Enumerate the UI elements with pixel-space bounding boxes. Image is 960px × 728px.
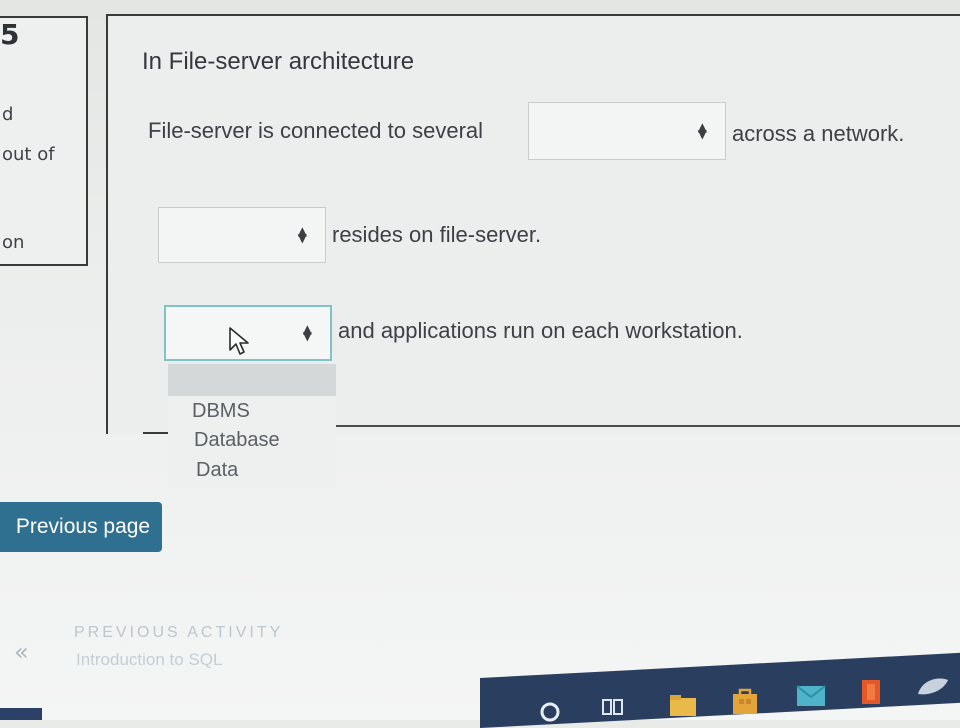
dropdown-option[interactable]: Data	[196, 459, 238, 482]
sentence-1-prefix: File-server is connected to several	[148, 118, 484, 143]
question-number: 5	[0, 18, 20, 51]
search-circle-icon[interactable]	[538, 700, 562, 724]
question-info-panel	[0, 16, 88, 266]
app-icon[interactable]	[912, 672, 952, 704]
up-down-arrows-icon: ▲ ▼	[697, 120, 707, 141]
up-down-arrows-icon: ▲ ▼	[297, 224, 307, 245]
previous-page-button[interactable]: Previous page	[0, 502, 162, 552]
dropdown-option[interactable]: Database	[194, 429, 280, 452]
double-chevron-left-icon[interactable]: «	[14, 638, 29, 666]
question-title: In File-server architecture	[142, 48, 415, 75]
office-icon[interactable]	[856, 676, 886, 706]
sentence-3-suffix: and applications run on each workstation…	[338, 318, 743, 343]
dropdown-option-blank[interactable]	[168, 364, 336, 396]
answer-select-1[interactable]: ▲ ▼	[528, 102, 726, 160]
answer-select-2[interactable]: ▲ ▼	[158, 207, 326, 263]
sentence-1-suffix: across a network.	[732, 121, 905, 146]
previous-activity-label[interactable]: PREVIOUS ACTIVITY	[74, 624, 283, 642]
mouse-pointer-icon	[229, 327, 249, 355]
info-marks-text: out of	[2, 144, 55, 165]
file-explorer-icon[interactable]	[668, 692, 698, 718]
mail-icon[interactable]	[794, 680, 828, 710]
up-down-arrows-icon: ▲ ▼	[302, 322, 312, 343]
taskbar-start-area[interactable]	[0, 708, 42, 720]
dropdown-option[interactable]: DBMS	[192, 400, 250, 423]
info-status-text: d	[2, 104, 14, 125]
info-flag-text: on	[2, 232, 25, 253]
task-view-icon[interactable]	[600, 696, 626, 720]
panel-border	[336, 425, 960, 427]
previous-activity-link[interactable]: Introduction to SQL	[76, 650, 222, 670]
sentence-2-suffix: resides on file-server.	[332, 222, 542, 247]
store-icon[interactable]	[730, 686, 760, 716]
